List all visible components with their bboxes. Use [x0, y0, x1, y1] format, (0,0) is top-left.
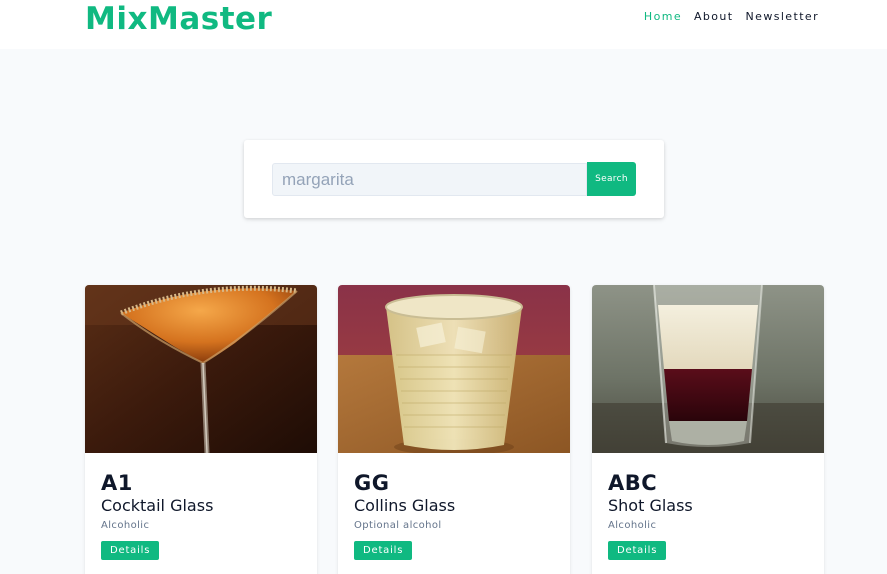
card-body: A1 Cocktail Glass Alcoholic Details	[101, 470, 213, 560]
alcohol-info: Optional alcohol	[354, 520, 442, 531]
cocktail-card: ABC Shot Glass Alcoholic Details	[592, 285, 824, 574]
card-body: ABC Shot Glass Alcoholic Details	[608, 470, 693, 560]
search-input[interactable]	[272, 163, 587, 196]
cocktail-card: GG Collins Glass Optional alcohol Detail…	[338, 285, 570, 574]
nav-links: Home About Newsletter	[644, 10, 819, 24]
card-body: GG Collins Glass Optional alcohol Detail…	[354, 470, 455, 560]
navbar: MixMaster Home About Newsletter	[0, 0, 887, 49]
nav-link-about[interactable]: About	[694, 10, 734, 24]
logo[interactable]: MixMaster	[85, 0, 272, 38]
alcohol-info: Alcoholic	[101, 520, 150, 531]
glass-type: Cocktail Glass	[101, 496, 214, 515]
nav-link-home[interactable]: Home	[644, 10, 682, 24]
cocktail-name: ABC	[608, 471, 658, 495]
details-button[interactable]: Details	[354, 541, 413, 560]
glass-type: Collins Glass	[354, 496, 456, 515]
alcohol-info: Alcoholic	[608, 520, 657, 531]
cocktail-name: GG	[354, 471, 390, 495]
search-form: Search	[244, 140, 664, 218]
cocktail-name: A1	[101, 471, 133, 495]
cocktail-image[interactable]	[85, 285, 317, 453]
glass-type: Shot Glass	[608, 496, 693, 515]
details-button[interactable]: Details	[608, 541, 667, 560]
cocktail-card: A1 Cocktail Glass Alcoholic Details	[85, 285, 317, 574]
cocktail-image[interactable]	[592, 285, 824, 453]
details-button[interactable]: Details	[101, 541, 160, 560]
nav-link-newsletter[interactable]: Newsletter	[746, 10, 819, 24]
search-button[interactable]: Search	[587, 162, 636, 196]
cocktail-image[interactable]	[338, 285, 570, 453]
